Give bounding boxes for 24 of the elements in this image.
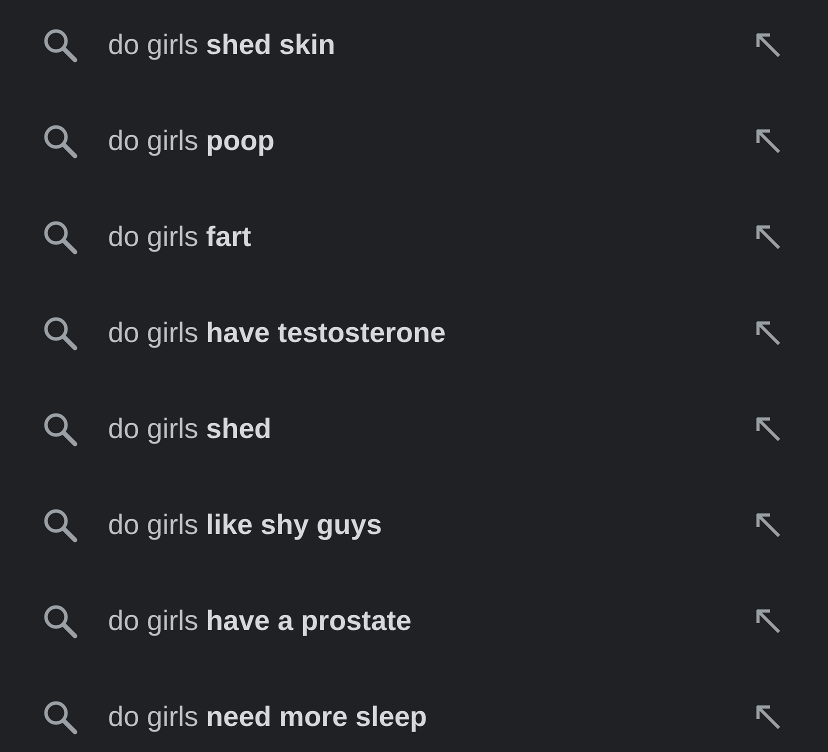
search-icon [42,603,78,639]
suggestion-link[interactable]: do girls have a prostate [108,600,412,642]
arrow-up-left-icon[interactable] [755,320,781,346]
search-icon [42,123,78,159]
suggestion-link[interactable]: do girls shed [108,408,272,450]
arrow-up-left-icon[interactable] [755,512,781,538]
search-icon [42,507,78,543]
suggestion-link[interactable]: do girls fart [108,216,252,258]
search-icon [42,411,78,447]
suggestion-link[interactable]: do girls have testosterone [108,312,446,354]
suggestion-link[interactable]: do girls like shy guys [108,504,382,546]
search-icon [42,315,78,351]
search-icon [42,699,78,735]
suggestion-link[interactable]: do girls shed skin [108,24,336,66]
suggestion-link[interactable]: do girls need more sleep [108,696,428,738]
search-icon [42,27,78,63]
search-icon [42,219,78,255]
arrow-up-left-icon[interactable] [755,128,781,154]
arrow-up-left-icon[interactable] [755,608,781,634]
arrow-up-left-icon[interactable] [755,416,781,442]
arrow-up-left-icon[interactable] [755,704,781,730]
suggestion-link[interactable]: do girls poop [108,120,274,162]
arrow-up-left-icon[interactable] [755,224,781,250]
arrow-up-left-icon[interactable] [755,32,781,58]
